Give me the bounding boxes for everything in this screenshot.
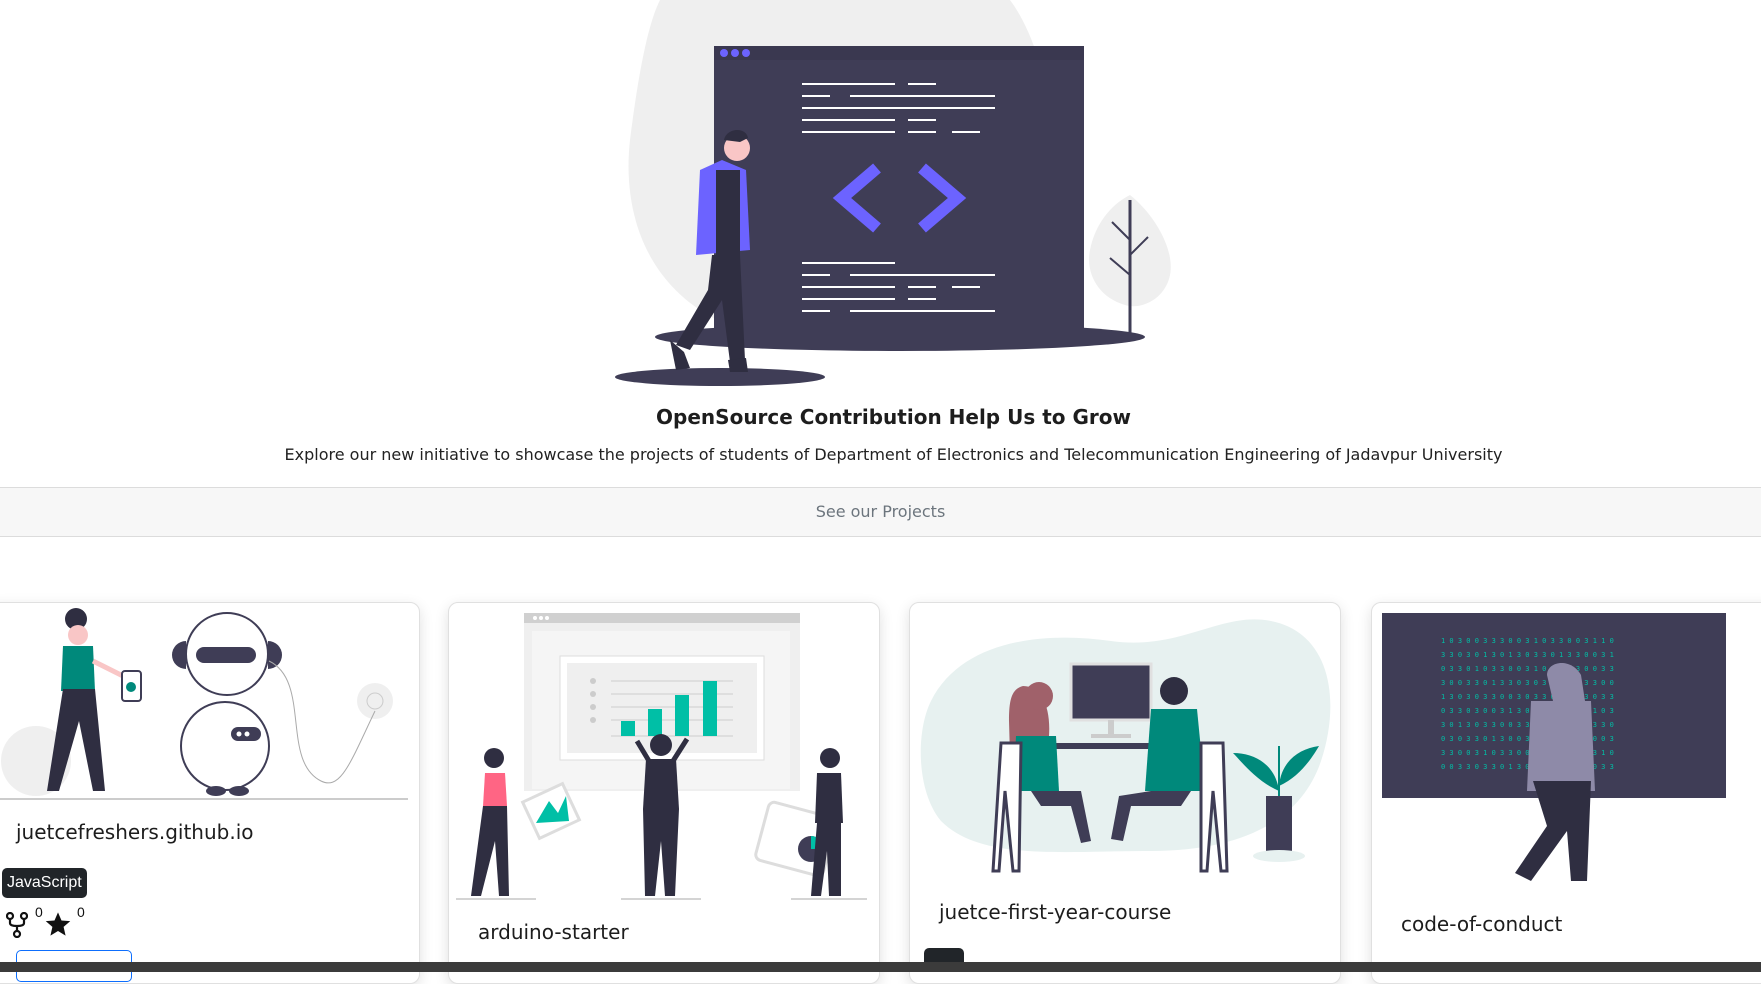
code-window-illustration bbox=[615, 0, 1171, 386]
team-computer-illustration bbox=[920, 619, 1331, 873]
robot-illustration bbox=[0, 608, 408, 800]
see-projects-button[interactable]: See our Projects bbox=[0, 487, 1761, 537]
card-title[interactable]: juetce-first-year-course bbox=[939, 900, 1171, 924]
card-title[interactable]: code-of-conduct bbox=[1401, 912, 1562, 936]
fork-icon bbox=[6, 912, 28, 938]
hooded-hacker-illustration: 1 0 3 0 0 3 3 3 0 0 3 1 0 3 3 0 0 3 1 1 … bbox=[1382, 613, 1726, 881]
see-projects-label: See our Projects bbox=[815, 502, 946, 521]
svg-text:1 3 0 3 0 3 3 0 0 3 0 3 3 0 3: 1 3 0 3 0 3 3 0 0 3 0 3 3 0 3 0 1 3 0 3 … bbox=[1441, 693, 1614, 701]
card-title[interactable]: juetcefreshers.github.io bbox=[16, 820, 254, 844]
svg-text:1 0 3 0 0 3 3 3 0 0 3 1 0 3 3: 1 0 3 0 0 3 3 3 0 0 3 1 0 3 3 0 0 3 1 1 … bbox=[1441, 637, 1614, 645]
language-badge: JavaScript bbox=[2, 868, 87, 898]
fork-count: 0 bbox=[35, 904, 43, 920]
language-badge bbox=[924, 948, 964, 962]
svg-text:0 3 3 0 1 0 3 3 0 0 3 1 0 3 3: 0 3 3 0 1 0 3 3 0 0 3 1 0 3 3 0 3 0 0 3 … bbox=[1441, 665, 1614, 673]
star-icon bbox=[45, 912, 71, 936]
star-count: 0 bbox=[77, 904, 85, 920]
svg-text:3 0 0 3 3 0 1 3 3 0 3 0 3 1 0: 3 0 0 3 3 0 1 3 3 0 3 0 3 1 0 3 0 3 3 0 … bbox=[1441, 679, 1614, 687]
svg-text:3 3 0 3 0 1 3 0 1 3 0 3 3 0 1: 3 3 0 3 0 1 3 0 1 3 0 3 3 0 1 3 3 0 0 3 … bbox=[1441, 651, 1614, 659]
card-title[interactable]: arduino-starter bbox=[478, 920, 629, 944]
hero-title: OpenSource Contribution Help Us to Grow bbox=[656, 405, 1131, 429]
hero-subtitle: Explore our new initiative to showcase t… bbox=[284, 445, 1503, 464]
project-card[interactable] bbox=[909, 602, 1341, 984]
bottom-bar bbox=[0, 962, 1761, 972]
presentation-chart-illustration bbox=[456, 613, 867, 900]
